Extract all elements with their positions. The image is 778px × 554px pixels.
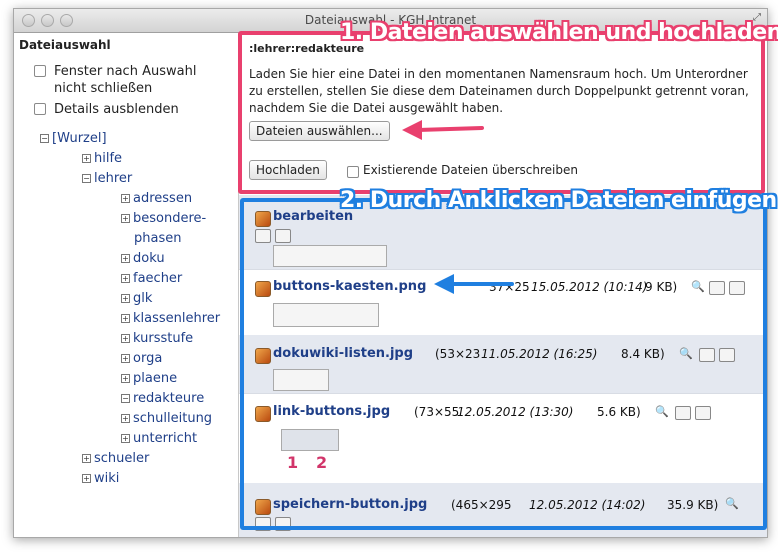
file-link[interactable]: speichern-button.jpg (273, 497, 427, 512)
file-dims: (73×55 (414, 405, 460, 419)
delete-icon[interactable] (275, 229, 291, 243)
overwrite-checkbox[interactable] (347, 166, 359, 178)
collapse-icon[interactable]: − (82, 174, 91, 183)
magnify-icon[interactable]: 🔍 (655, 405, 669, 418)
annotation-step1: 1. Dateien auswählen und hochladen (340, 20, 778, 45)
keep-open-checkbox[interactable] (34, 65, 46, 77)
list-item[interactable]: speichern-button.jpg (465×295 12.05.2012… (239, 483, 767, 537)
file-size: 8.4 KB) (621, 347, 665, 361)
file-link[interactable]: dokuwiki-listen.jpg (273, 346, 413, 361)
expand-icon[interactable]: + (121, 314, 130, 323)
file-link[interactable]: link-buttons.jpg (273, 404, 390, 419)
option-label-line2: nicht schließen (54, 81, 153, 96)
tree-item-unterricht[interactable]: + unterricht (121, 429, 197, 449)
expand-icon[interactable]: + (121, 414, 130, 423)
tree-item-faecher[interactable]: + faecher (121, 269, 182, 289)
file-link[interactable]: buttons-kaesten.png (273, 279, 426, 294)
file-dims: (465×295 (451, 498, 512, 512)
expand-icon[interactable]: + (82, 154, 91, 163)
tree-item-besondere-phasen[interactable]: + besondere- (121, 209, 206, 229)
collapse-icon[interactable]: − (40, 134, 49, 143)
option-hide-details[interactable]: Details ausblenden (34, 101, 179, 118)
details-icon[interactable] (675, 406, 691, 420)
file-dims: 37×25 (489, 280, 530, 294)
image-file-icon (255, 406, 271, 422)
expand-icon[interactable]: + (121, 334, 130, 343)
tree-item-plaene[interactable]: + plaene (121, 369, 177, 389)
file-dims: (53×23 (435, 347, 481, 361)
tree-item-adressen[interactable]: + adressen (121, 189, 192, 209)
collapse-icon[interactable]: − (121, 394, 130, 403)
main-panel: :lehrer:redakteure Laden Sie hier eine D… (239, 33, 767, 537)
tree-item-schueler[interactable]: + schueler (82, 449, 149, 469)
thumbnail[interactable] (273, 369, 329, 391)
file-picker-window: Dateiauswahl - KGH Intranet ⤢ Dateiauswa… (13, 8, 768, 538)
list-item[interactable]: link-buttons.jpg (73×55 12.05.2012 (13:3… (239, 393, 767, 484)
magnify-icon[interactable]: 🔍 (725, 497, 739, 510)
details-icon[interactable] (255, 229, 271, 243)
sidebar: Dateiauswahl Fenster nach Auswahl nicht … (14, 33, 239, 537)
magnify-icon[interactable]: 🔍 (691, 280, 705, 293)
upload-button[interactable]: Hochladen (249, 160, 327, 180)
expand-icon[interactable]: + (121, 214, 130, 223)
details-icon[interactable] (255, 517, 271, 531)
thumbnail[interactable] (273, 245, 387, 267)
file-size: 35.9 KB) (667, 498, 719, 512)
tree-item-orga[interactable]: + orga (121, 349, 162, 369)
sidebar-heading: Dateiauswahl (19, 38, 111, 52)
image-file-icon (255, 281, 271, 297)
tree-item-klassenlehrer[interactable]: + klassenlehrer (121, 309, 220, 329)
magnify-icon[interactable]: 🔍 (679, 347, 693, 360)
delete-icon[interactable] (695, 406, 711, 420)
list-item[interactable]: dokuwiki-listen.jpg (53×23 11.05.2012 (1… (239, 335, 767, 394)
tree-item-redakteure[interactable]: − redakteure (121, 389, 204, 409)
delete-icon[interactable] (729, 281, 745, 295)
overwrite-label: Existierende Dateien überschreiben (363, 163, 578, 177)
expand-icon[interactable]: + (121, 434, 130, 443)
tree-item-glk[interactable]: + glk (121, 289, 152, 309)
file-size: 9 KB) (645, 280, 678, 294)
expand-icon[interactable]: + (121, 194, 130, 203)
expand-icon[interactable]: + (121, 374, 130, 383)
expand-icon[interactable]: + (82, 454, 91, 463)
tree-item-kursstufe[interactable]: + kursstufe (121, 329, 193, 349)
option-label-line1: Fenster nach Auswahl (54, 64, 197, 79)
details-icon[interactable] (709, 281, 725, 295)
option-keep-window-open[interactable]: Fenster nach Auswahl nicht schließen (34, 63, 196, 97)
delete-icon[interactable] (719, 348, 735, 362)
number-label-1: 1 (287, 453, 299, 472)
expand-icon[interactable]: + (121, 354, 130, 363)
expand-icon[interactable]: + (121, 274, 130, 283)
thumbnail[interactable] (273, 303, 379, 327)
file-date: 12.05.2012 (13:30) (457, 405, 574, 419)
file-date: 12.05.2012 (14:02) (529, 498, 646, 512)
tree-root[interactable]: − [Wurzel] (40, 129, 107, 149)
hide-details-checkbox[interactable] (34, 103, 46, 115)
image-file-icon (255, 348, 271, 364)
upload-instructions: Laden Sie hier eine Datei in den momenta… (249, 67, 749, 115)
expand-icon[interactable]: + (121, 294, 130, 303)
annotation-step2: 2. Durch Anklicken Dateien einfügen (340, 188, 777, 213)
image-file-icon (255, 211, 271, 227)
tree-item-hilfe[interactable]: + hilfe (82, 149, 122, 169)
tree-item-besondere-phasen-cont[interactable]: phasen (121, 229, 181, 249)
tree-item-lehrer[interactable]: − lehrer (82, 169, 132, 189)
image-file-icon (255, 499, 271, 515)
option-label: Details ausblenden (54, 102, 179, 117)
list-item[interactable]: buttons-kaesten.png 37×25 15.05.2012 (10… (239, 269, 767, 336)
file-date: 15.05.2012 (10:14) (531, 280, 648, 294)
delete-icon[interactable] (275, 517, 291, 531)
details-icon[interactable] (699, 348, 715, 362)
thumbnail[interactable] (281, 429, 339, 451)
expand-icon[interactable]: + (121, 254, 130, 263)
file-size: 5.6 KB) (597, 405, 641, 419)
file-list: bearbeiten buttons-kaesten.png 37×25 15.… (239, 195, 767, 537)
file-date: 11.05.2012 (16:25) (481, 347, 598, 361)
number-label-2: 2 (316, 453, 328, 472)
tree-item-schulleitung[interactable]: + schulleitung (121, 409, 212, 429)
tree-item-doku[interactable]: + doku (121, 249, 165, 269)
expand-icon[interactable]: + (82, 474, 91, 483)
tree-item-wiki[interactable]: + wiki (82, 469, 119, 489)
choose-files-button[interactable]: Dateien auswählen... (249, 121, 390, 141)
